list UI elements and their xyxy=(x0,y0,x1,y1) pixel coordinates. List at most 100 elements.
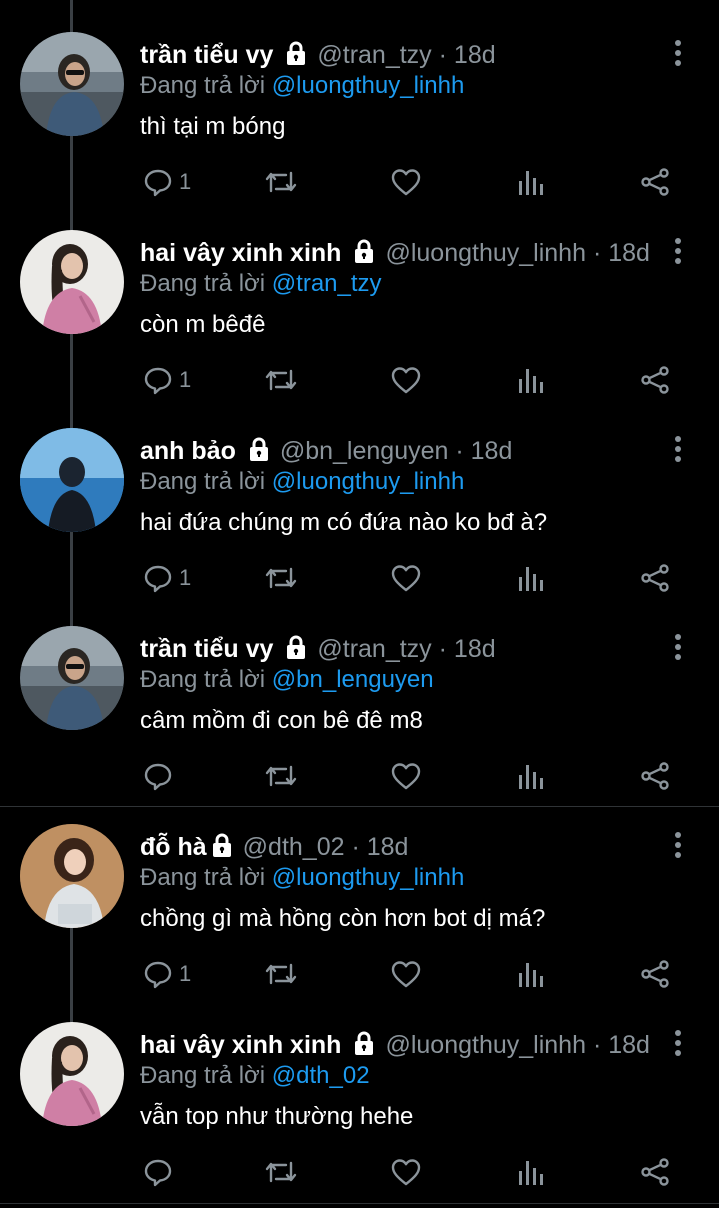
reply-target-link[interactable]: @luongthuy_linhh xyxy=(272,72,465,99)
avatar[interactable] xyxy=(20,428,124,532)
like-button[interactable] xyxy=(390,560,422,596)
reply-target-link[interactable]: @luongthuy_linhh xyxy=(272,864,465,891)
retweet-button[interactable] xyxy=(264,956,298,992)
analytics-button[interactable] xyxy=(516,560,546,596)
more-vertical-icon[interactable] xyxy=(664,236,692,266)
avatar[interactable] xyxy=(20,32,124,136)
display-name[interactable]: hai vây xinh xinh xyxy=(140,1031,341,1059)
reply-button[interactable]: 1 xyxy=(143,362,191,398)
reply-target-link[interactable]: @dth_02 xyxy=(272,1062,370,1089)
share-icon xyxy=(640,365,670,395)
reply-prefix: Đang trả lời xyxy=(140,72,266,99)
retweet-button[interactable] xyxy=(264,362,298,398)
handle[interactable]: @tran_tzy xyxy=(317,635,431,663)
lock-icon xyxy=(283,634,309,666)
reply-count: 1 xyxy=(179,367,192,392)
share-button[interactable] xyxy=(640,1154,670,1190)
lock-icon xyxy=(351,1030,377,1062)
retweet-button[interactable] xyxy=(264,758,298,794)
share-icon xyxy=(640,761,670,791)
avatar[interactable] xyxy=(20,230,124,334)
avatar[interactable] xyxy=(20,626,124,730)
handle[interactable]: @dth_02 xyxy=(243,833,345,861)
handle[interactable]: @bn_lenguyen xyxy=(280,437,449,465)
replying-to: Đang trả lời @luongthuy_linhh xyxy=(140,70,464,102)
timestamp[interactable]: 18d xyxy=(608,239,650,267)
tweet[interactable]: hai vây xinh xinh @luongthuy_linhh · 18d … xyxy=(0,990,719,1188)
reply-button[interactable] xyxy=(143,758,179,794)
timestamp[interactable]: 18d xyxy=(367,833,409,861)
like-button[interactable] xyxy=(390,362,422,398)
like-button[interactable] xyxy=(390,956,422,992)
tweet-header: hai vây xinh xinh @luongthuy_linhh · 18d xyxy=(140,1028,659,1062)
handle[interactable]: @tran_tzy xyxy=(317,41,431,69)
avatar[interactable] xyxy=(20,1022,124,1126)
like-icon xyxy=(390,1157,422,1187)
analytics-button[interactable] xyxy=(516,1154,546,1190)
more-vertical-icon[interactable] xyxy=(664,38,692,68)
reply-icon xyxy=(143,761,173,791)
timestamp[interactable]: 18d xyxy=(608,1031,650,1059)
like-icon xyxy=(390,761,422,791)
reply-target-link[interactable]: @luongthuy_linhh xyxy=(272,468,465,495)
share-button[interactable] xyxy=(640,362,670,398)
display-name[interactable]: trần tiểu vy xyxy=(140,635,273,663)
more-vertical-icon[interactable] xyxy=(664,1028,692,1058)
tweet[interactable]: trần tiểu vy @tran_tzy · 18d Đang trả lời… xyxy=(0,0,719,198)
analytics-button[interactable] xyxy=(516,362,546,398)
avatar[interactable] xyxy=(20,824,124,928)
tweet-header: anh bảo @bn_lenguyen · 18d xyxy=(140,434,659,468)
tweet[interactable]: trần tiểu vy @tran_tzy · 18d Đang trả lời… xyxy=(0,594,719,792)
handle[interactable]: @luongthuy_linhh xyxy=(385,1031,586,1059)
tweet[interactable]: anh bảo @bn_lenguyen · 18d Đang trả lời @… xyxy=(0,396,719,594)
tweet[interactable]: đỗ hà @dth_02 · 18d Đang trả lời @luongth… xyxy=(0,792,719,990)
replying-to: Đang trả lời @tran_tzy xyxy=(140,268,382,300)
like-icon xyxy=(390,959,422,989)
display-name[interactable]: hai vây xinh xinh xyxy=(140,239,341,267)
reply-target-link[interactable]: @tran_tzy xyxy=(272,270,382,297)
retweet-button[interactable] xyxy=(264,560,298,596)
handle[interactable]: @luongthuy_linhh xyxy=(385,239,586,267)
tweet-header: đỗ hà @dth_02 · 18d xyxy=(140,830,659,864)
share-icon xyxy=(640,167,670,197)
analytics-button[interactable] xyxy=(516,758,546,794)
analytics-button[interactable] xyxy=(516,956,546,992)
tweet-text: còn m bêđê xyxy=(140,311,266,338)
lock-icon xyxy=(209,832,235,864)
analytics-icon xyxy=(516,563,546,593)
share-button[interactable] xyxy=(640,164,670,200)
share-button[interactable] xyxy=(640,560,670,596)
share-icon xyxy=(640,1157,670,1187)
reply-button[interactable]: 1 xyxy=(143,164,191,200)
tweet-text: câm mồm đi con bê đê m8 xyxy=(140,707,423,734)
display-name[interactable]: anh bảo xyxy=(140,437,236,465)
reply-button[interactable]: 1 xyxy=(143,956,191,992)
timestamp[interactable]: 18d xyxy=(454,41,496,69)
reply-button[interactable] xyxy=(143,1154,179,1190)
analytics-button[interactable] xyxy=(516,164,546,200)
timestamp[interactable]: 18d xyxy=(471,437,513,465)
retweet-icon xyxy=(264,365,298,395)
display-name[interactable]: đỗ hà xyxy=(140,833,207,861)
share-button[interactable] xyxy=(640,758,670,794)
more-vertical-icon[interactable] xyxy=(664,632,692,662)
separator-dot: · xyxy=(438,635,447,663)
reply-button[interactable]: 1 xyxy=(143,560,191,596)
display-name[interactable]: trần tiểu vy xyxy=(140,41,273,69)
more-vertical-icon[interactable] xyxy=(664,434,692,464)
more-vertical-icon[interactable] xyxy=(664,830,692,860)
retweet-button[interactable] xyxy=(264,164,298,200)
analytics-icon xyxy=(516,1157,546,1187)
reply-target-link[interactable]: @bn_lenguyen xyxy=(272,666,434,693)
like-icon xyxy=(390,563,422,593)
retweet-button[interactable] xyxy=(264,1154,298,1190)
separator-dot: · xyxy=(592,1031,602,1059)
like-button[interactable] xyxy=(390,758,422,794)
timestamp[interactable]: 18d xyxy=(454,635,496,663)
like-button[interactable] xyxy=(390,1154,422,1190)
share-button[interactable] xyxy=(640,956,670,992)
reply-prefix: Đang trả lời xyxy=(140,468,266,495)
tweet[interactable]: hai vây xinh xinh @luongthuy_linhh · 18d … xyxy=(0,198,719,396)
reply-count: 1 xyxy=(179,169,192,194)
like-button[interactable] xyxy=(390,164,422,200)
